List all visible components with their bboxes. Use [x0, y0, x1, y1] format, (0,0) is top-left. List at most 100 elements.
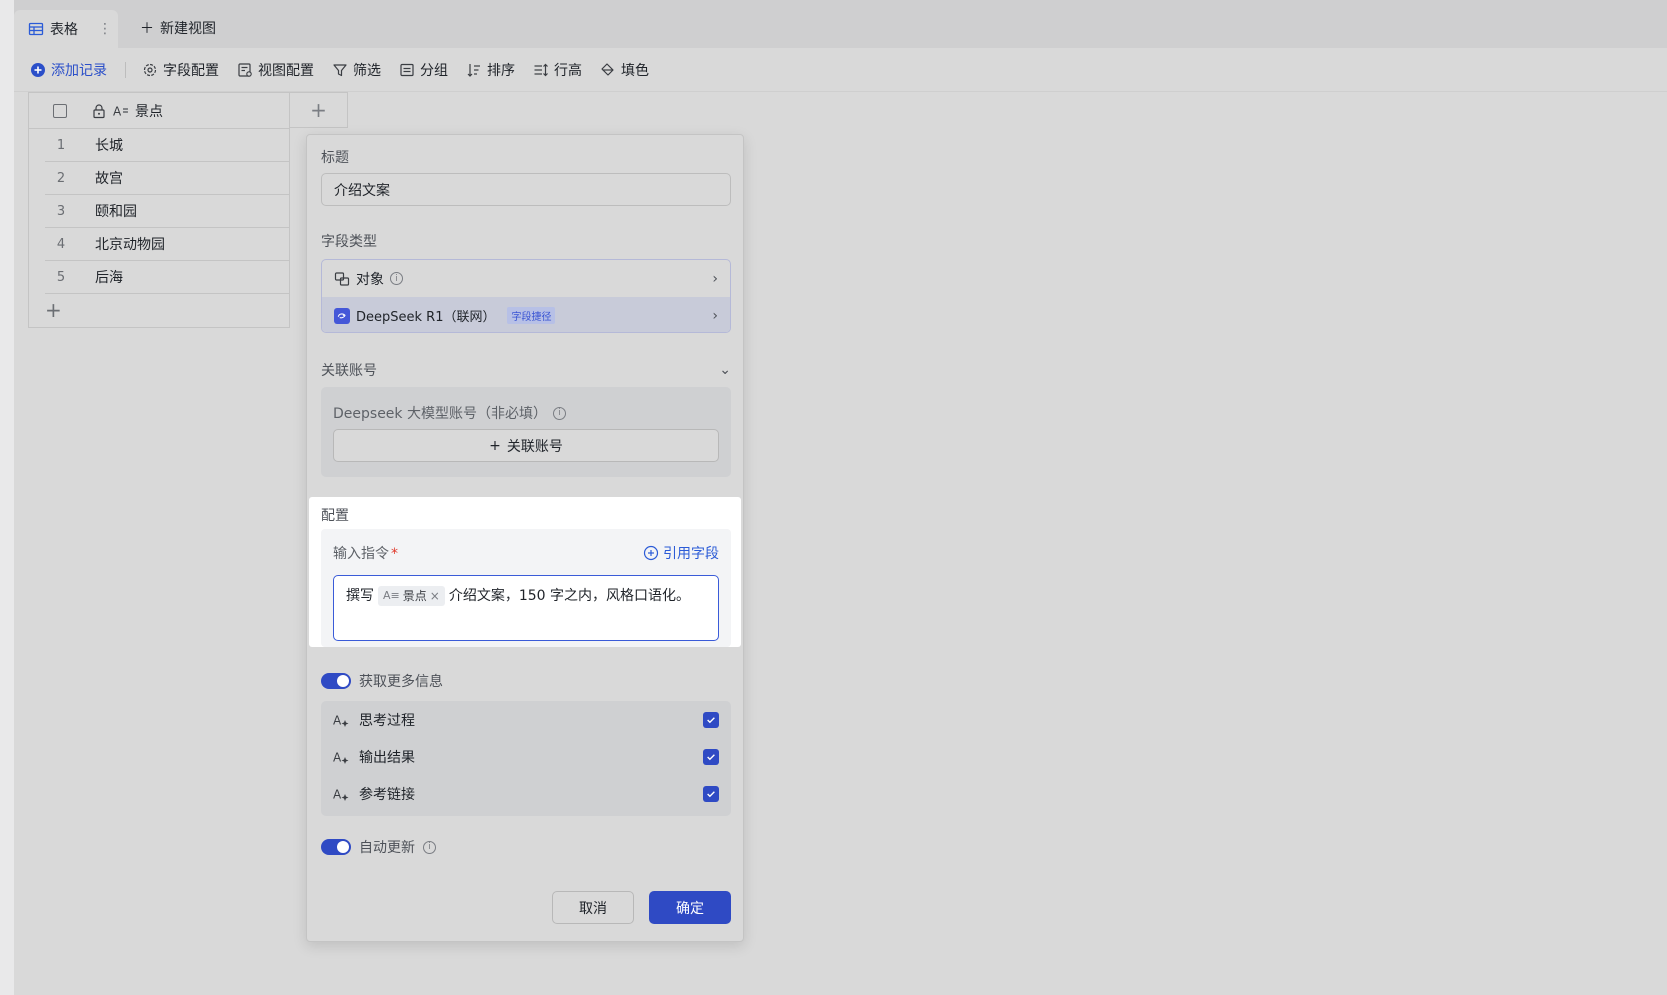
filter-button[interactable]: 筛选 [332, 60, 381, 80]
plus-icon: + [45, 298, 62, 322]
lock-icon [91, 103, 107, 119]
instruction-input[interactable]: 撰写 A≡ 景点 × 介绍文案，150 字之内，风格口语化。 [333, 575, 719, 641]
table-row[interactable]: 2 故宫 [45, 162, 289, 195]
ai-text-icon: A [333, 786, 349, 802]
plus-icon: + [310, 98, 327, 122]
row-number: 2 [56, 170, 66, 186]
add-record-label: 添加记录 [51, 62, 107, 79]
auto-update-row: 自动更新 i [321, 837, 436, 857]
new-view-label: 新建视图 [160, 21, 216, 37]
add-circle-icon [30, 62, 46, 78]
select-all-checkbox[interactable] [53, 103, 67, 118]
table-row[interactable]: 3 颐和园 [45, 195, 289, 228]
instruction-label: 输入指令 * [333, 546, 398, 562]
output-label: 思考过程 [359, 712, 415, 729]
link-account-button[interactable]: + 关联账号 [333, 429, 719, 462]
instruction-panel: 输入指令 * 引用字段 撰写 A≡ 景点 × 介绍文案，150 字之内，风格口语化… [321, 529, 731, 647]
svg-text:A: A [333, 750, 342, 764]
cell-value[interactable]: 长城 [95, 135, 123, 155]
more-info-toggle[interactable] [321, 673, 351, 689]
plus-icon: + [489, 437, 501, 454]
field-type-label: 字段类型 [321, 234, 377, 250]
filter-label: 筛选 [353, 62, 381, 79]
field-type-deepseek[interactable]: DeepSeek R1（联网） 字段捷径 › [322, 297, 730, 332]
reference-field-button[interactable]: 引用字段 [643, 543, 719, 563]
app-window: 表格 ⋮ ＋ 新建视图 添加记录 字段配置 视图配置 筛选 分组 排序 行高 填… [0, 0, 1667, 995]
svg-text:A: A [333, 787, 342, 801]
fill-color-label: 填色 [621, 62, 649, 79]
row-height-button[interactable]: 行高 [533, 60, 582, 80]
table-row[interactable]: 4 北京动物园 [45, 228, 289, 261]
linked-account-panel: Deepseek 大模型账号（非必填） i + 关联账号 [321, 387, 731, 477]
deepseek-logo-icon [334, 307, 350, 324]
add-record-button[interactable]: 添加记录 [30, 60, 107, 80]
prompt-prefix: 撰写 [346, 588, 374, 604]
output-checkbox[interactable] [703, 711, 719, 728]
cell-value[interactable]: 故宫 [95, 168, 123, 188]
remove-chip-icon[interactable]: × [430, 585, 440, 607]
more-options-icon[interactable]: ⋮ [98, 21, 112, 37]
filter-icon [332, 62, 348, 78]
title-label: 标题 [321, 150, 349, 166]
add-column-button[interactable]: + [290, 92, 348, 128]
field-shortcut-tag: 字段捷径 [507, 307, 556, 324]
row-height-label: 行高 [554, 62, 582, 79]
account-hint: Deepseek 大模型账号（非必填） i [333, 403, 566, 423]
info-icon[interactable]: i [390, 272, 403, 285]
info-icon[interactable]: i [423, 840, 436, 854]
chip-label: 景点 [402, 589, 427, 603]
field-reference-chip[interactable]: A≡ 景点 × [378, 586, 445, 606]
row-number: 4 [56, 236, 66, 252]
column-header-scenic-spot[interactable]: A 景点 [91, 101, 163, 121]
object-icon [334, 271, 350, 287]
sort-button[interactable]: 排序 [466, 60, 515, 80]
data-grid: A 景点 1 长城 2 故宫 3 颐和园 4 北京动物园 5 后海 + [28, 92, 290, 328]
text-field-icon: A≡ [383, 589, 400, 602]
field-type-selector: 对象 i › DeepSeek R1（联网） 字段捷径 › [321, 259, 731, 333]
output-label: 输出结果 [359, 749, 415, 766]
field-type-object[interactable]: 对象 i › [322, 260, 730, 297]
output-option-row: A 思考过程 [321, 701, 731, 738]
chevron-down-icon: ⌄ [719, 362, 731, 378]
view-config-label: 视图配置 [258, 62, 314, 79]
view-config-icon [237, 62, 253, 78]
column-title: 景点 [135, 103, 163, 120]
account-hint-text: Deepseek 大模型账号（非必填） [333, 406, 547, 422]
ai-text-icon: A [333, 749, 349, 765]
cell-value[interactable]: 北京动物园 [95, 234, 165, 254]
output-checkbox[interactable] [703, 748, 719, 765]
group-label: 分组 [420, 62, 448, 79]
info-icon[interactable]: i [552, 406, 566, 420]
table-icon [28, 21, 44, 37]
tab-table-view[interactable]: 表格 ⋮ [14, 10, 118, 48]
cancel-button[interactable]: 取消 [552, 891, 634, 924]
chevron-right-icon: › [712, 307, 718, 324]
add-row-button[interactable]: + [29, 294, 289, 326]
row-number: 3 [56, 203, 66, 219]
title-input-value: 介绍文案 [334, 182, 390, 199]
auto-update-toggle[interactable] [321, 839, 351, 855]
cell-value[interactable]: 颐和园 [95, 201, 137, 221]
cell-value[interactable]: 后海 [95, 267, 123, 287]
output-checkbox[interactable] [703, 785, 719, 802]
grid-header: A 景点 [29, 93, 289, 129]
sort-label: 排序 [487, 62, 515, 79]
field-config-button[interactable]: 字段配置 [142, 60, 219, 80]
svg-text:A: A [113, 104, 122, 118]
title-input[interactable]: 介绍文案 [321, 173, 731, 206]
view-config-button[interactable]: 视图配置 [237, 60, 314, 80]
linked-account-header[interactable]: 关联账号 ⌄ [321, 360, 731, 380]
prompt-suffix: 介绍文案，150 字之内，风格口语化。 [448, 588, 690, 604]
add-circle-icon [643, 545, 659, 561]
output-options: A 思考过程 A 输出结果 A 参考链接 [321, 701, 731, 816]
group-button[interactable]: 分组 [399, 60, 448, 80]
deepseek-label: DeepSeek R1（联网） [356, 310, 496, 325]
table-row[interactable]: 5 后海 [45, 261, 289, 294]
row-number: 5 [56, 269, 66, 285]
confirm-button[interactable]: 确定 [649, 891, 731, 924]
reference-field-label: 引用字段 [663, 546, 719, 562]
new-view-button[interactable]: ＋ 新建视图 [140, 18, 216, 38]
table-row[interactable]: 1 长城 [45, 129, 289, 162]
plus-icon: ＋ [140, 21, 154, 37]
fill-color-button[interactable]: 填色 [600, 60, 649, 80]
